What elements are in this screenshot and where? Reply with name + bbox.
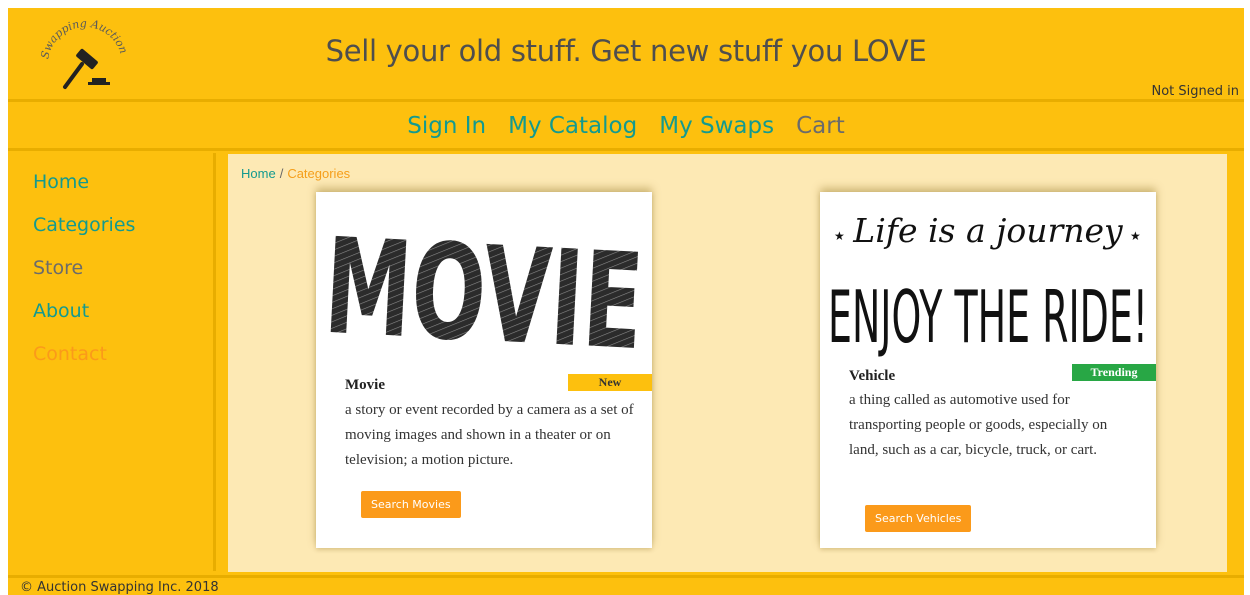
card-title: Vehicle: [849, 368, 896, 384]
page-tagline: Sell your old stuff. Get new stuff you L…: [325, 34, 927, 68]
page: Swapping Auction Sell your old stuff. Ge…: [8, 8, 1244, 595]
sidebar-item-about[interactable]: About: [33, 290, 213, 333]
card-title: Movie: [345, 377, 385, 393]
copyright-text: © Auction Swapping Inc. 2018: [20, 580, 219, 595]
top-nav: Sign In My Catalog My Swaps Cart: [8, 102, 1244, 151]
movie-image-text: MOVIE: [321, 210, 647, 362]
card-description: a story or event recorded by a camera as…: [345, 402, 634, 468]
nav-my-swaps[interactable]: My Swaps: [659, 113, 774, 139]
breadcrumb-current: Categories: [287, 166, 351, 181]
main-content: Home / Categories MOVIE New Movie a story …: [228, 154, 1227, 572]
site-header: Swapping Auction Sell your old stuff. Ge…: [8, 8, 1244, 102]
sidebar-item-home[interactable]: Home: [33, 161, 213, 204]
category-card-movie: MOVIE New Movie a story or event recorde…: [316, 192, 652, 548]
sidebar-item-contact[interactable]: Contact: [33, 333, 213, 376]
nav-sign-in[interactable]: Sign In: [407, 113, 486, 139]
search-vehicles-button[interactable]: Search Vehicles: [865, 505, 972, 532]
sign-in-status: Not Signed in: [1151, 84, 1240, 99]
card-description: a thing called as automotive used for tr…: [849, 392, 1108, 458]
vehicle-image: ★ ★ Life is a journey ENJOY THE RIDE!: [828, 211, 1148, 359]
breadcrumb: Home / Categories: [241, 166, 350, 181]
star-icon: ★: [1130, 229, 1141, 243]
nav-my-catalog[interactable]: My Catalog: [508, 113, 637, 139]
movie-image: MOVIE: [321, 210, 647, 362]
search-movies-button[interactable]: Search Movies: [361, 491, 461, 518]
sidebar: Home Categories Store About Contact: [8, 153, 216, 571]
vehicle-image-line1: Life is a journey: [852, 211, 1123, 250]
breadcrumb-separator: /: [279, 166, 284, 181]
site-footer: © Auction Swapping Inc. 2018: [8, 575, 1244, 595]
sidebar-item-store[interactable]: Store: [33, 247, 213, 290]
star-icon: ★: [834, 229, 845, 243]
trending-badge: Trending: [1072, 364, 1156, 381]
vehicle-image-line2: ENJOY THE RIDE!: [828, 275, 1148, 359]
sidebar-item-categories[interactable]: Categories: [33, 204, 213, 247]
category-card-vehicle: ★ ★ Life is a journey ENJOY THE RIDE! Tr…: [820, 192, 1156, 548]
breadcrumb-home[interactable]: Home: [241, 166, 276, 181]
new-badge: New: [568, 374, 652, 391]
nav-cart[interactable]: Cart: [796, 113, 845, 139]
nav-links: Sign In My Catalog My Swaps Cart: [8, 113, 1244, 139]
